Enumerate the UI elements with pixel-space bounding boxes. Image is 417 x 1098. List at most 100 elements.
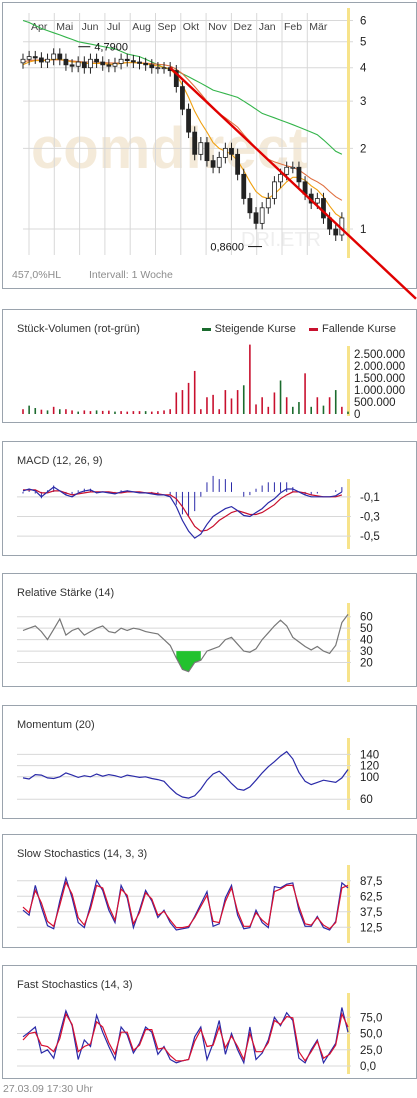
candle-body — [272, 181, 277, 199]
candle-body — [20, 58, 26, 64]
candle-body — [321, 198, 326, 219]
volume-tick-label: 2.500.000 — [354, 349, 405, 361]
candle-body — [45, 58, 50, 63]
candle-body — [253, 212, 259, 224]
candle-body — [137, 61, 142, 64]
month-label: Mai — [56, 21, 73, 33]
indicator-tick-label: 25,0 — [360, 1045, 382, 1057]
rsi-chart: 6050403020 — [17, 603, 373, 682]
series-line-pct-D — [22, 1012, 349, 1062]
indicator-tick-label: 37,5 — [360, 907, 382, 919]
indicator-tick-label: 40 — [360, 635, 373, 647]
slow-stochastics-chart: 87,5 62,5 37,5 12,5 — [17, 865, 382, 943]
candle-body — [180, 86, 185, 110]
volume-panel: Stück-Volumen (rot-grün) Steigende Kurse… — [2, 309, 417, 423]
indicator-tick-label: 62,5 — [360, 891, 382, 903]
candle-body — [265, 198, 271, 209]
volume-tick-label: 1.000.000 — [354, 385, 405, 397]
candle-body — [222, 147, 228, 158]
indicator-tick-label: 60 — [360, 612, 373, 624]
candle-body — [88, 58, 93, 69]
candle-body — [241, 173, 247, 199]
candle-body — [290, 166, 296, 169]
price-tick-label: 1 — [360, 224, 366, 236]
candle-body — [333, 228, 339, 236]
indicator-tick-label: 75,0 — [360, 1012, 382, 1024]
volume-tick-label: 1.500.000 — [354, 373, 405, 385]
indicator-tick-label: 140 — [360, 749, 379, 761]
candle-body — [210, 160, 216, 168]
candle-body — [198, 142, 204, 155]
candle-body — [155, 67, 161, 70]
candle-body — [57, 53, 63, 60]
month-label: Feb — [284, 21, 302, 33]
candle-body — [149, 64, 155, 69]
price-tick-label: 2 — [360, 143, 366, 155]
price-tick-label: 5 — [360, 37, 366, 49]
indicator-tick-label: 100 — [360, 772, 379, 784]
indicator-tick-label: 87,5 — [360, 876, 382, 888]
candle-body — [247, 198, 253, 214]
volume-chart: 2.500.0002.000.0001.500.0001.000.000500.… — [22, 344, 405, 421]
indicator-tick-label: -0,3 — [360, 511, 380, 523]
candle-body — [75, 61, 81, 67]
indicator-tick-label: 20 — [360, 658, 373, 670]
low-annotation: 0,8600 — [210, 242, 244, 254]
candle-body — [192, 131, 198, 155]
rsi-panel: Relative Stärke (14) 60 50 40 30 20 — [2, 573, 417, 687]
series-line-pct-D — [22, 880, 349, 930]
volume-tick-label: 0 — [354, 409, 360, 421]
candle-body — [81, 61, 87, 69]
indicator-tick-label: 120 — [360, 761, 379, 773]
momentum-chart: 140120100 60 — [17, 738, 379, 810]
candle-body — [314, 198, 320, 204]
macd-chart: -0,1 -0,3 -0,5 — [17, 475, 380, 549]
fast-stochastics-chart: 75,0 50,0 25,0 0,0 — [17, 993, 382, 1074]
momentum-panel: Momentum (20) 140 120 100 60 — [2, 705, 417, 819]
month-label: Jul — [107, 21, 120, 33]
candle-body — [216, 157, 222, 168]
indicator-tick-label: 30 — [360, 646, 373, 658]
candle-body — [204, 142, 210, 162]
month-label: Mär — [309, 21, 328, 33]
series-line-pct-K — [22, 1007, 349, 1065]
indicator-tick-label: 60 — [360, 794, 373, 806]
month-label: Dez — [233, 21, 252, 33]
candle-body — [51, 53, 57, 60]
month-label: Sep — [158, 21, 177, 33]
candle-body — [278, 173, 283, 183]
candle-body — [38, 57, 44, 63]
month-label: Aug — [132, 21, 151, 33]
candle-body — [124, 58, 130, 62]
footer-timestamp: 27.03.09 17:30 Uhr — [3, 1083, 93, 1095]
candle-body — [63, 58, 69, 66]
volume-tick-label: 500.000 — [354, 397, 396, 409]
candle-body — [235, 153, 241, 175]
month-label: Jan — [259, 21, 276, 33]
slow-stochastics-panel: Slow Stochastics (14, 3, 3) 87,5 62,5 37,5… — [2, 834, 417, 948]
trend-line — [169, 66, 417, 300]
watermark-symbol: DRI.ETR — [241, 229, 321, 251]
indicator-tick-label: 50,0 — [360, 1029, 382, 1041]
fast-stochastics-panel: Fast Stochastics (14, 3) 75,0 50,0 25,0 0,0 — [2, 965, 417, 1079]
candle-body — [284, 166, 290, 175]
indicator-tick-label: -0,5 — [360, 531, 380, 543]
price-tick-label: 6 — [360, 16, 366, 28]
current-week-highlight — [347, 479, 350, 549]
candle-body — [229, 147, 234, 155]
price-tick-label: 3 — [360, 96, 366, 108]
month-label: Jun — [82, 21, 99, 33]
series-line-pct-K — [22, 875, 349, 931]
candle-body — [186, 108, 191, 133]
candle-body — [118, 58, 124, 64]
indicator-tick-label: 0,0 — [360, 1061, 376, 1073]
indicator-tick-label: -0,1 — [360, 492, 380, 504]
range-text: 457,0%HL — [12, 269, 62, 281]
candle-body — [143, 63, 149, 66]
current-week-highlight — [347, 865, 350, 943]
candle-body — [106, 64, 112, 67]
macd-panel: MACD (12, 26, 9) -0,1 -0,3 -0,5 — [2, 441, 417, 556]
series-line-momentum — [22, 750, 349, 799]
current-week-highlight — [347, 8, 350, 258]
candle-body — [130, 60, 136, 63]
